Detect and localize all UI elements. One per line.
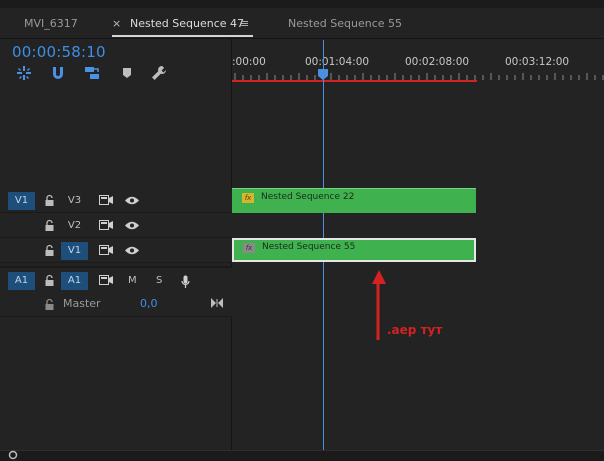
toggle-sync-lock-icon[interactable]	[99, 195, 113, 205]
timeline-settings-wrench-icon[interactable]	[151, 65, 167, 81]
add-marker-icon[interactable]	[119, 65, 135, 81]
toggle-sync-lock-icon[interactable]	[99, 245, 113, 255]
clip-nested-sequence-55[interactable]: fx Nested Sequence 55	[232, 238, 476, 262]
time-ruler[interactable]: :00:00 00:01:04:00 00:02:08:00 00:03:12:…	[232, 38, 604, 90]
track-header-v2: V2	[0, 213, 232, 238]
toggle-sync-lock-icon[interactable]	[99, 275, 113, 285]
track-name-v3[interactable]: V3	[61, 192, 88, 210]
fx-badge-icon: fx	[242, 193, 254, 203]
ruler-label: :00:00	[232, 56, 266, 68]
toggle-track-output-eye-icon[interactable]	[125, 196, 139, 205]
toggle-sync-lock-icon[interactable]	[99, 220, 113, 230]
master-volume-value[interactable]: 0,0	[140, 297, 158, 310]
snap-magnet-icon[interactable]	[50, 65, 66, 81]
sequence-tab-bar: MVI_6317 × Nested Sequence 47 ≡ Nested S…	[0, 8, 604, 39]
track-header-master: Master 0,0	[0, 292, 232, 317]
ruler-label: 00:02:08:00	[405, 56, 470, 68]
top-strip	[0, 0, 604, 8]
track-lock-icon[interactable]	[45, 274, 54, 286]
master-track-label: Master	[63, 297, 101, 310]
annotation-text: .аер тут	[387, 323, 443, 337]
toggle-track-output-eye-icon[interactable]	[125, 246, 139, 255]
clip-nested-sequence-22[interactable]: fx Nested Sequence 22	[232, 188, 476, 213]
tab-mvi-6317[interactable]: MVI_6317	[24, 8, 78, 38]
ruler-ticks	[234, 73, 604, 80]
active-tab-indicator	[112, 35, 253, 37]
source-patch-v1[interactable]: V1	[8, 192, 35, 210]
work-area-bar[interactable]	[232, 80, 477, 82]
mute-track-button[interactable]: M	[128, 272, 137, 290]
fx-badge-icon: fx	[243, 243, 255, 253]
track-lock-icon[interactable]	[45, 194, 54, 206]
track-lock-icon[interactable]	[45, 219, 54, 231]
ruler-label: 00:01:04:00	[305, 56, 370, 68]
playhead-handle[interactable]	[318, 69, 328, 80]
solo-track-button[interactable]: S	[156, 272, 162, 290]
track-name-v2[interactable]: V2	[61, 217, 88, 235]
ruler-label: 00:03:12:00	[505, 56, 570, 68]
clip-label: Nested Sequence 55	[262, 242, 356, 252]
track-lock-icon[interactable]	[45, 298, 54, 310]
linked-selection-icon[interactable]	[84, 65, 100, 81]
close-tab-icon[interactable]: ×	[112, 8, 121, 38]
track-target-v1[interactable]: V1	[61, 242, 88, 260]
track-headers: V1 V3 V2 V1 A1 A1 M S Master 0,0	[0, 188, 232, 318]
track-header-v3: V1 V3	[0, 188, 232, 213]
track-header-a1: A1 A1 M S	[0, 266, 232, 293]
panel-menu-icon[interactable]: ≡	[240, 8, 249, 38]
source-patch-a1[interactable]: A1	[8, 272, 35, 290]
clip-label: Nested Sequence 22	[261, 192, 355, 202]
track-header-v1: V1	[0, 238, 232, 263]
go-to-next-keyframe-icon[interactable]	[211, 298, 223, 308]
toggle-track-output-eye-icon[interactable]	[125, 221, 139, 230]
track-target-a1[interactable]: A1	[61, 272, 88, 290]
tab-nested-sequence-55[interactable]: Nested Sequence 55	[288, 8, 402, 38]
track-lock-icon[interactable]	[45, 244, 54, 256]
tab-nested-sequence-47[interactable]: Nested Sequence 47	[130, 8, 244, 38]
insert-sequence-as-nest-icon[interactable]	[16, 65, 32, 81]
zoom-scrollbar[interactable]	[0, 450, 604, 461]
zoom-handle[interactable]	[8, 450, 18, 460]
voice-over-record-mic-icon[interactable]	[181, 275, 190, 289]
playhead-timecode[interactable]: 00:00:58:10	[12, 43, 106, 61]
